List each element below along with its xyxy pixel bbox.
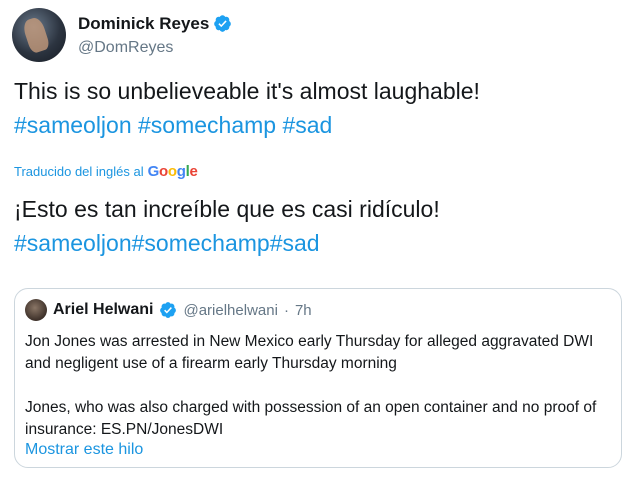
quoted-separator: · [283,301,289,319]
author-names: Dominick Reyes @DomReyes [78,14,232,57]
quoted-tweet-card[interactable]: Ariel Helwani @arielhelwani · 7h Jon Jon… [14,288,622,468]
author-handle[interactable]: @DomReyes [78,39,232,57]
quoted-paragraph-1: Jon Jones was arrested in New Mexico ear… [25,333,594,372]
translated-text-line: ¡Esto es tan increíble que es casi ridíc… [14,196,440,222]
author-display-name[interactable]: Dominick Reyes [78,14,209,34]
tweet-hashtags[interactable]: #sameoljon #somechamp #sad [14,108,480,142]
quoted-timestamp: 7h [294,301,312,319]
translation-attribution: Traducido del inglés al Google [14,163,198,180]
quoted-verified-badge-icon [160,302,177,318]
tweet-header: Dominick Reyes @DomReyes [12,8,232,62]
author-avatar[interactable] [12,8,66,62]
quoted-author-avatar [25,299,47,321]
translated-hashtags[interactable]: #sameoljon#somechamp#sad [14,226,440,260]
translated-tweet-text: ¡Esto es tan increíble que es casi ridíc… [14,192,440,260]
quoted-tweet-header: Ariel Helwani @arielhelwani · 7h [25,299,312,321]
quoted-author-handle: @arielhelwani [183,301,278,319]
display-name-row: Dominick Reyes [78,14,232,34]
google-logo: Google [147,163,198,180]
translation-label[interactable]: Traducido del inglés al [14,164,144,179]
verified-badge-icon [214,15,232,32]
tweet-text: This is so unbelieveable it's almost lau… [14,74,480,142]
show-thread-link[interactable]: Mostrar este hilo [25,441,143,459]
quoted-paragraph-2: Jones, who was also charged with possess… [25,399,597,438]
tweet-text-line: This is so unbelieveable it's almost lau… [14,78,480,104]
quoted-author-display-name: Ariel Helwani [53,301,154,318]
